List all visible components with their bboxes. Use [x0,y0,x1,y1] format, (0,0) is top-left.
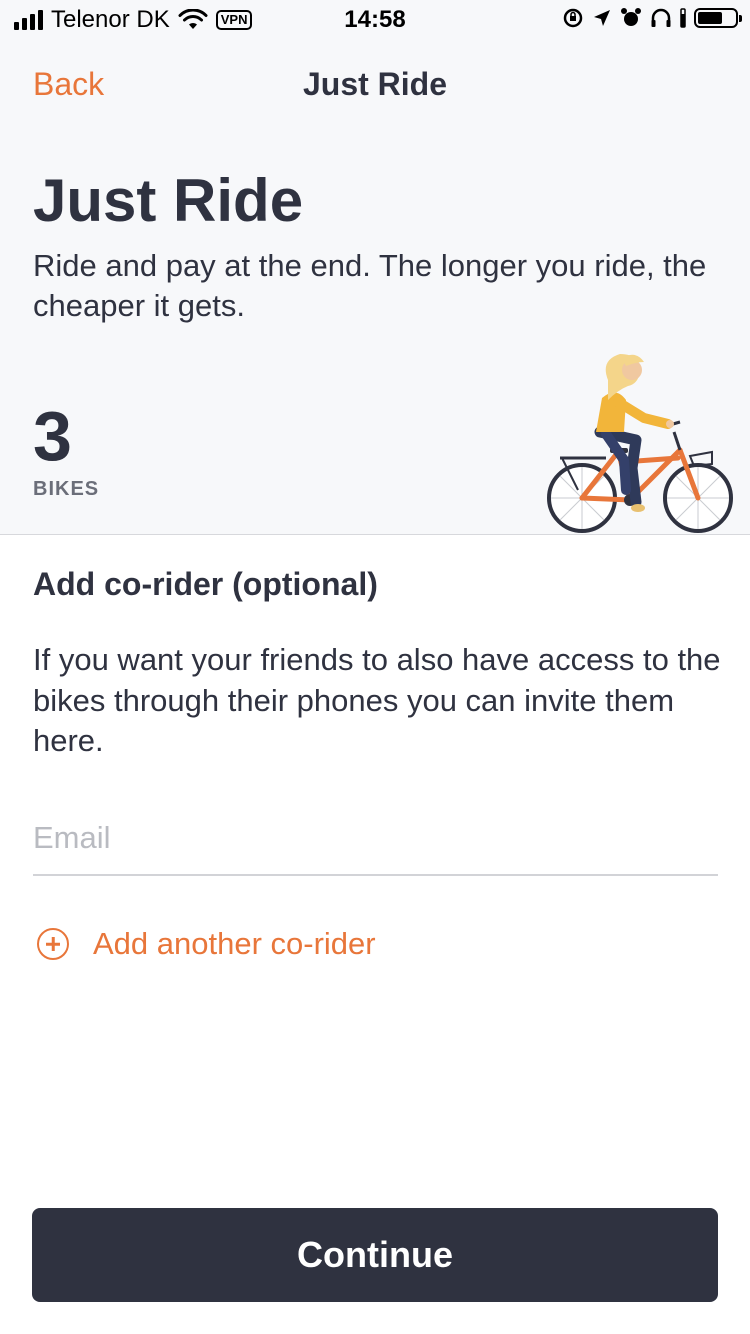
nav-title: Just Ride [302,66,448,102]
header-area: Telenor DK VPN 14:58 Back Just Ride Just… [0,0,750,535]
headphones-icon [651,8,671,27]
back-button[interactable]: Back [33,66,104,103]
plus-circle-icon [37,928,69,960]
screen: Telenor DK VPN 14:58 Back Just Ride Just… [0,0,750,1334]
co-rider-section-title: Add co-rider (optional) [33,566,378,602]
email-field[interactable] [33,808,718,868]
status-bar: Telenor DK VPN 14:58 [0,0,750,40]
alarm-icon [621,8,641,26]
continue-button[interactable]: Continue [32,1208,718,1302]
battery-icon [694,8,742,28]
orientation-lock-icon [563,8,583,28]
co-rider-description: If you want your friends to also have ac… [33,642,721,758]
battery-level-icon [680,8,686,28]
bike-count-label: BIKES [33,478,100,500]
bike-count: 3 [33,397,72,475]
location-arrow-icon [594,10,610,26]
email-field-container [33,808,718,876]
page-title: Just Ride [33,167,304,234]
page-description: Ride and pay at the end. The longer you … [33,248,707,323]
cyclist-illustration [547,354,733,533]
add-another-co-rider-button[interactable]: Add another co-rider [37,926,376,962]
status-right [562,7,742,29]
add-another-co-rider-label: Add another co-rider [93,926,376,961]
